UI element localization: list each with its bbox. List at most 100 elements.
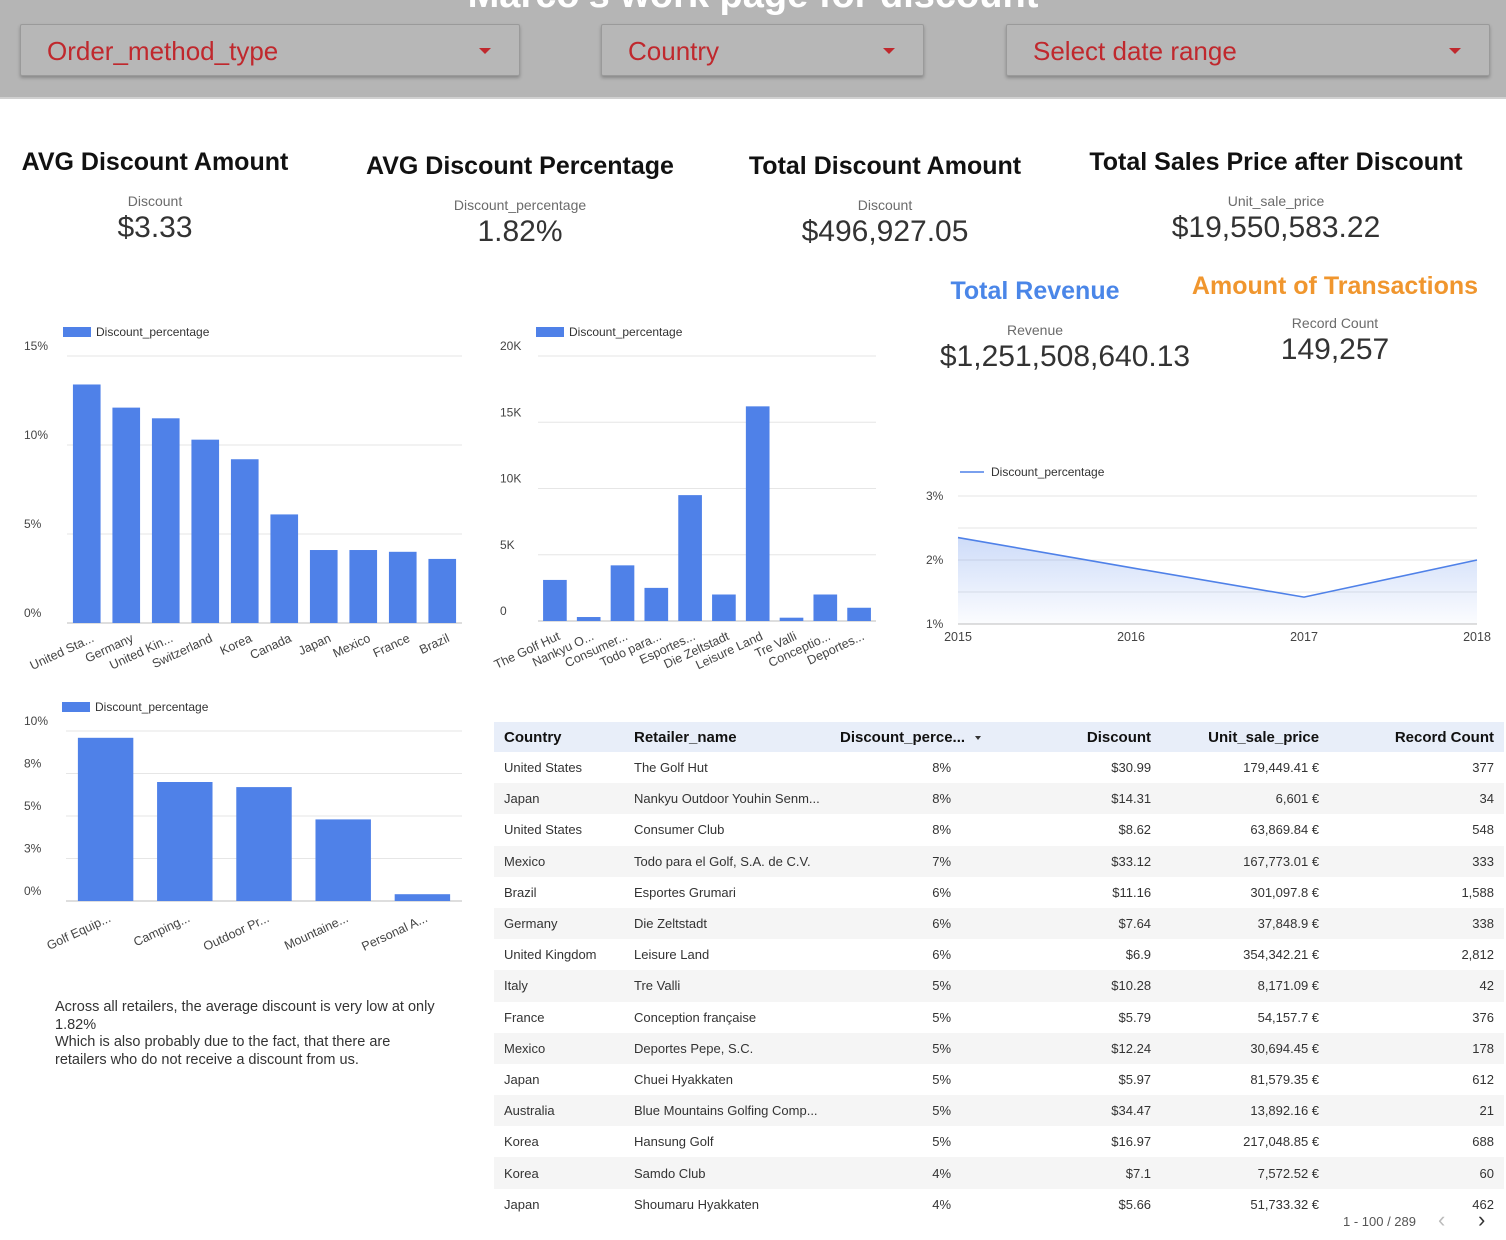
cell-retailer-name: Hansung Golf — [634, 1134, 714, 1150]
column-header-discount[interactable]: Discount — [991, 722, 1162, 752]
cell-retailer-name: Chuei Hyakkaten — [634, 1071, 733, 1087]
y-tick-label: 10% — [24, 428, 48, 442]
bar — [230, 459, 259, 623]
table-row[interactable]: Korea Samdo Club 4% $7.1 7,572.52 €60 — [494, 1157, 1504, 1189]
retailer-discount-table: Country Retailer_name Discount_perce... … — [494, 722, 1504, 1220]
table-row[interactable]: France Conception française 5% $5.79 54,157.… — [494, 1002, 1504, 1033]
bar — [712, 594, 736, 621]
cell-country: France — [504, 1009, 545, 1025]
y-tick-label: 10K — [500, 472, 521, 486]
cell-record-count: 688 — [1472, 1134, 1494, 1150]
cell-discount-percentage: 5% — [830, 1032, 992, 1064]
cell-retailer-name: Conception française — [634, 1009, 757, 1025]
bar — [157, 782, 213, 901]
table-body: United States The Golf Hut 8% $30.99 179,449… — [494, 752, 1504, 1220]
cell-record-count: 376 — [1472, 1009, 1494, 1025]
kpi-amount-of-transactions: Amount of Transactions Record Count 149,… — [1180, 272, 1490, 367]
cell-discount: $6.9 — [1125, 947, 1152, 963]
cell-discount-percentage: 4% — [932, 1196, 952, 1212]
table-row[interactable]: United States The Golf Hut 8% $30.99 179,449… — [494, 752, 1504, 783]
table-row[interactable]: Mexico Deportes Pepe, S.C. 5% $12.24 30,694.… — [494, 1032, 1504, 1064]
note-line: Across all retailers, the average discou… — [55, 999, 435, 1033]
cell-retailer-name: Shoumaru Hyakkaten — [634, 1196, 760, 1212]
legend-swatch — [63, 327, 91, 337]
cell-retailer-name: Todo para el Golf, S.A. de C.V. — [624, 845, 830, 877]
bar — [678, 495, 702, 621]
legend-label: Discount_percentage — [96, 325, 210, 339]
cell-record-count: 178 — [1329, 1032, 1504, 1064]
bar — [813, 594, 838, 621]
cell-retailer-name: Nankyu Outdoor Youhin Senm... — [624, 783, 830, 815]
y-tick-label: 8% — [24, 757, 42, 771]
column-header-discount-percentage[interactable]: Discount_perce... — [830, 722, 992, 752]
column-header-record-count[interactable]: Record Count — [1329, 722, 1504, 752]
kpi-title: Total Sales Price after Discount — [1089, 148, 1463, 176]
cell-country: Australia — [494, 1095, 624, 1127]
table-row[interactable]: United States Consumer Club 8% $8.62 63,869.… — [494, 814, 1504, 845]
table-row[interactable]: Japan Chuei Hyakkaten 5% $5.97 81,579.35 € 61… — [494, 1064, 1504, 1095]
bar — [309, 550, 338, 623]
order-method-type-dropdown[interactable]: Order_method_type — [20, 24, 520, 76]
dropdown-label: Country — [628, 36, 720, 66]
cell-discount-percentage: 5% — [932, 1009, 952, 1025]
cell-retailer-name: The Golf Hut — [634, 760, 708, 776]
y-tick-label: 20K — [500, 339, 521, 353]
cell-country: United States — [504, 760, 583, 776]
cell-unit-sale-price: 167,773.01 € — [1161, 845, 1330, 877]
y-tick-label: 10% — [24, 714, 48, 728]
cell-discount: $8.62 — [1118, 822, 1152, 838]
cell-country: Japan — [494, 783, 624, 815]
table-row[interactable]: Mexico Todo para el Golf, S.A. de C.V. 7% $… — [494, 845, 1504, 877]
date-range-dropdown[interactable]: Select date range — [1006, 24, 1490, 76]
bar — [543, 579, 567, 621]
product-line-discount-bar-chart: 0% 3% 5% 8% 10% Discount_percentage Golf Equip… — [0, 690, 480, 980]
table-row[interactable]: Germany Die Zeltstadt 6% $7.64 37,848.9 €338 — [494, 907, 1504, 940]
kpi-total-revenue: Revenue $1,251,508,640.13 — [935, 322, 1190, 374]
cell-unit-sale-price: 13,892.16 € — [1161, 1095, 1330, 1127]
column-header-retailer-name[interactable]: Retailer_name — [624, 722, 830, 752]
table-row[interactable]: Korea Hansung Golf 5% $16.97 217,048.85 € 688 — [494, 1126, 1504, 1157]
kpi-value: 1.82% — [477, 215, 563, 248]
kpi-metric-label: Unit_sale_price — [1227, 193, 1325, 209]
y-tick-label: 5% — [24, 517, 42, 531]
bar — [745, 406, 770, 621]
y-tick-label: 3% — [24, 842, 42, 856]
cell-discount-percentage: 5% — [830, 970, 992, 1002]
sort-desc-icon — [975, 735, 982, 740]
y-tick-label: 1% — [926, 617, 944, 631]
cell-retailer-name: Consumer Club — [634, 822, 725, 838]
table-row[interactable]: Japan Nankyu Outdoor Youhin Senm... 8% $14.… — [494, 783, 1504, 815]
column-header-unit-sale-price[interactable]: Unit_sale_price — [1161, 722, 1330, 752]
cell-retailer-name: Die Zeltstadt — [624, 907, 830, 940]
bar — [151, 418, 180, 623]
next-page-icon[interactable]: › — [1478, 1209, 1485, 1231]
y-tick-label: 0 — [500, 604, 507, 618]
x-tick-label: 2018 — [1463, 630, 1491, 644]
cell-discount: $16.97 — [1111, 1134, 1152, 1150]
kpi-title: Total Revenue — [950, 277, 1120, 305]
cell-discount-percentage: 6% — [932, 947, 952, 963]
chevron-down-icon — [479, 48, 491, 54]
cell-unit-sale-price: 63,869.84 € — [1250, 822, 1320, 838]
bar — [112, 407, 141, 623]
yearly-discount-area-svg: Discount_percentage 1% 2% 3% 2015 2016 2017 201… — [926, 465, 1491, 644]
prev-page-icon[interactable]: ‹ — [1438, 1209, 1445, 1231]
x-tick-label: Mexico — [331, 631, 373, 660]
column-header-country[interactable]: Country — [494, 722, 624, 752]
y-tick-label: 0% — [24, 606, 42, 620]
table-row[interactable]: Italy Tre Valli 5% $10.28 8,171.09 €42 — [494, 970, 1504, 1002]
legend-label: Discount_percentage — [95, 700, 209, 714]
table-row[interactable]: Brazil Esportes Grumari 6% $11.16 301,097.8 … — [494, 877, 1504, 908]
table-row[interactable]: Australia Blue Mountains Golfing Comp... 5… — [494, 1095, 1504, 1127]
page-title: Marco's work page for discount — [0, 0, 1506, 17]
table-row[interactable]: United Kingdom Leisure Land 6% $6.9 354,342.… — [494, 939, 1504, 970]
chevron-down-icon — [883, 48, 895, 54]
kpi-total-discount-amount: Total Discount Amount Discount $496,927.… — [730, 152, 1040, 249]
cell-country: Germany — [494, 907, 624, 940]
cell-retailer-name: Samdo Club — [624, 1157, 830, 1189]
country-dropdown[interactable]: Country — [601, 24, 924, 76]
x-tick-label: Japan — [296, 631, 333, 658]
cell-unit-sale-price: 354,342.21 € — [1243, 947, 1320, 963]
y-tick-label: 15% — [24, 339, 48, 353]
x-tick-label: Brazil — [417, 631, 451, 657]
